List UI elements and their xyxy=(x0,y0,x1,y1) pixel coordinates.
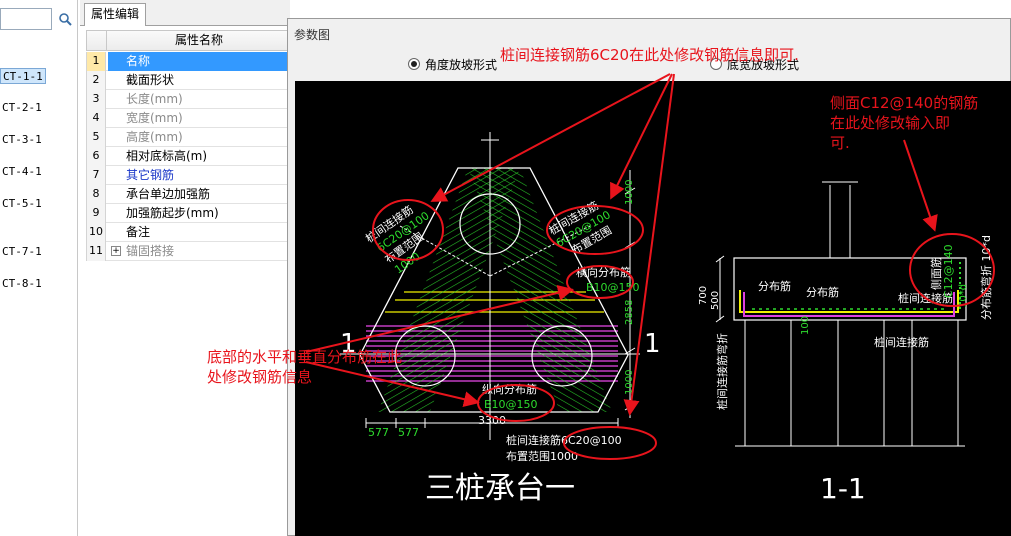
pile-cap-plan: 1 1 桩间连接筋 6C20@100 布置范围 1000 桩间连接筋 6C20@… xyxy=(340,132,661,506)
label-group-right: 桩间连接筋 6C20@100 布置范围 xyxy=(546,198,614,257)
sec-dist-a: 分布筋 xyxy=(758,279,791,293)
app-root: CT-1-1 CT-2-1 CT-3-1 CT-4-1 CT-5-1 CT-7-… xyxy=(0,0,1011,536)
sec-side-label: 侧面筋 xyxy=(929,257,943,290)
drawing-overlay: 1 1 桩间连接筋 6C20@100 布置范围 1000 桩间连接筋 6C20@… xyxy=(207,46,995,506)
pile-cap-section: 700 500 100 分布筋 分布筋 桩间连接筋 侧面筋 C12@140 分布… xyxy=(698,181,993,505)
dim-577-b: 577 xyxy=(398,426,419,439)
sec-side-spec: C12@140 xyxy=(942,244,955,298)
label-long-dist-spec: B10@150 xyxy=(484,398,538,411)
annotation-bottom-2: 处修改钢筋信息 xyxy=(207,368,312,386)
section-mark-right: 1 xyxy=(644,329,661,359)
plan-title: 三桩承台一 xyxy=(425,471,575,506)
sec-100: 100 xyxy=(800,316,811,335)
annotation-bottom-1: 底部的水平和垂直分布筋在此 xyxy=(207,348,402,366)
sec-pile-conn-lower: 桩间连接筋 xyxy=(874,335,929,349)
annotation-right-2: 在此处修改输入即 xyxy=(830,114,950,132)
annotation-right-1: 侧面C12@140的钢筋 xyxy=(830,94,978,112)
sec-700: 700 xyxy=(698,286,709,305)
sec-bend-left: 桩间连接筋弯折 xyxy=(715,333,729,410)
dim-1000-a: 1000 xyxy=(624,180,635,205)
annotation-right-3: 可. xyxy=(830,134,850,152)
section-title: 1-1 xyxy=(820,472,866,505)
sec-500: 500 xyxy=(710,291,721,310)
dim-577-a: 577 xyxy=(368,426,389,439)
annotation-top: 桩间连接钢筋6C20在此处修改钢筋信息即可. xyxy=(500,46,799,64)
label-bottom-range: 布置范围1000 xyxy=(506,449,578,463)
sec-dist-b: 分布筋 xyxy=(806,285,839,299)
dim-2858: 2858 xyxy=(624,300,635,325)
